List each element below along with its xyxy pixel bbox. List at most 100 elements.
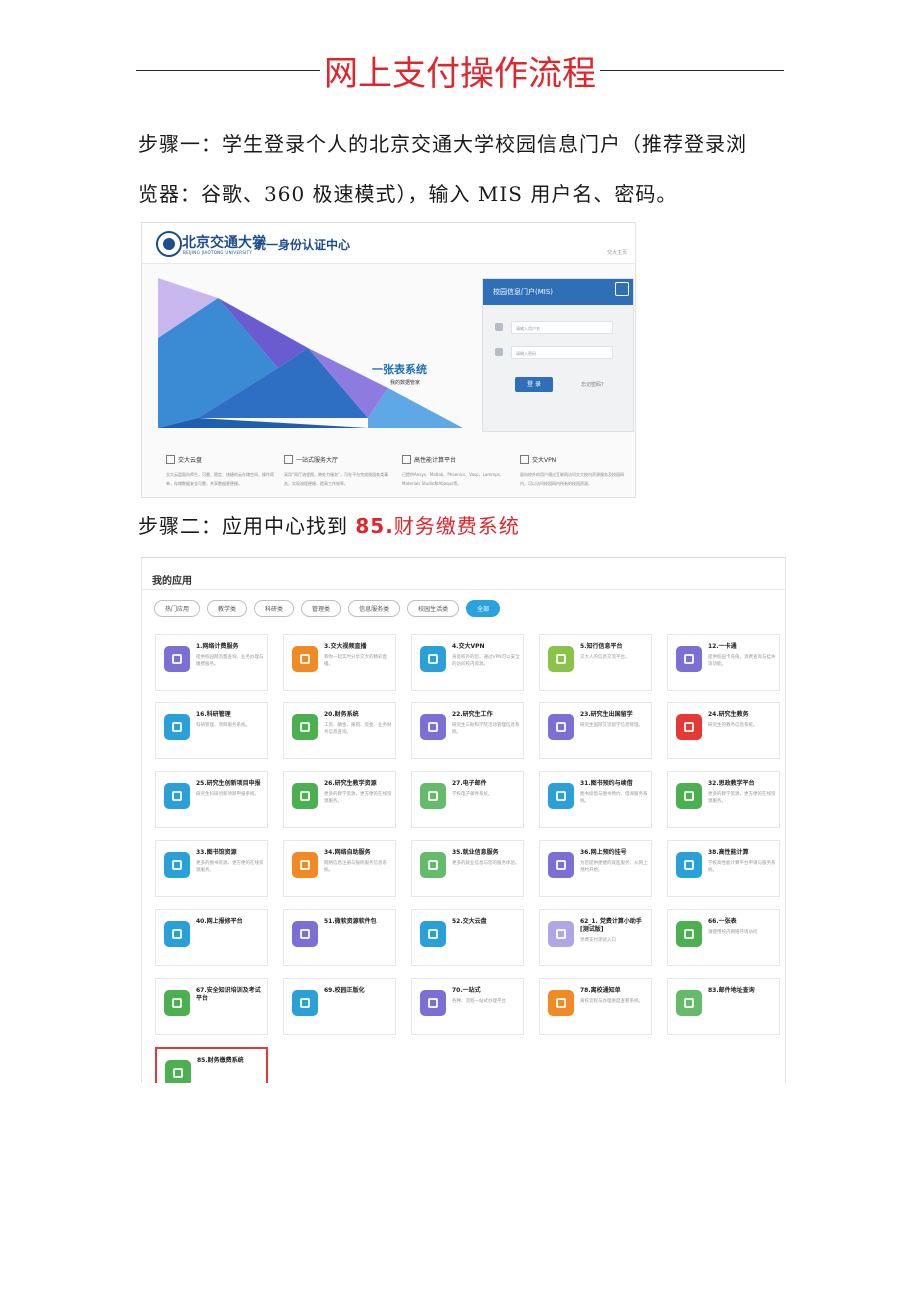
login-button[interactable]: 登 录	[515, 377, 553, 392]
password-input[interactable]: 请输入密码	[511, 346, 613, 359]
app-desc: 各种、流程一站式办理平台	[452, 999, 506, 1004]
app-name: 3.交大视频直播	[324, 643, 367, 650]
password-row: 请输入密码	[495, 346, 613, 359]
app-card[interactable]: 85.财务缴费系统	[155, 1047, 268, 1083]
app-icon	[676, 783, 702, 809]
app-desc: 身处校外的您，通过VPN可以安全的访问校内资源。	[452, 655, 520, 667]
app-card[interactable]: 34.网络自助服务 网络信息注册与报修服务信息系统。	[283, 840, 396, 897]
app-icon	[676, 852, 702, 878]
username-input[interactable]: 请输入用户名	[511, 321, 613, 334]
app-desc: 学校高性能计算平台申请与服务系统。	[708, 861, 776, 873]
app-name: 20.财务系统	[324, 711, 359, 718]
app-desc: 党费支付测试入口	[580, 938, 616, 943]
app-card[interactable]: 32.思政教学平台 更多的教学资源，更方便的在线资源服务。	[667, 771, 780, 828]
app-card[interactable]: 20.财务系统 工资、酬金、报销、资金、业务财务信息查询。	[283, 702, 396, 759]
app-desc: 离校流程与办理进度查看系统。	[580, 999, 643, 1004]
app-name: 40.网上报修平台	[196, 918, 243, 925]
service-one-stop[interactable]: 一站式服务大厅 采用“网厅流程图，跨处力服务”，可在平台完成校园各类事务，实现流…	[284, 455, 394, 488]
forgot-password-link[interactable]: 忘记密码？	[581, 381, 606, 388]
app-name: 38.高性能计算	[708, 849, 749, 856]
app-name: 31.图书预约与续借	[580, 780, 633, 787]
filter-campus-life[interactable]: 校园生活类	[407, 600, 460, 617]
app-card[interactable]: 69.校园正版化	[283, 978, 396, 1035]
app-card[interactable]: 27.电子邮件 学校电子邮件系统。	[411, 771, 524, 828]
app-card[interactable]: 62_1. 党费计算小助手[测试版] 党费支付测试入口	[539, 909, 652, 966]
app-card[interactable]: 78.离校通知单 离校流程与办理进度查看系统。	[539, 978, 652, 1035]
app-desc: 和你一起实时分享交大的精彩直播。	[324, 655, 387, 667]
app-card[interactable]: 4.交大VPN 身处校外的您，通过VPN可以安全的访问校内资源。	[411, 634, 524, 691]
app-icon	[548, 646, 574, 672]
service-name: 交大VPN	[520, 455, 630, 464]
app-card[interactable]: 31.图书预约与续借 图书续借与图书预约、借阅服务系统。	[539, 771, 652, 828]
app-icon	[420, 783, 446, 809]
service-name: 高性能计算平台	[402, 455, 512, 464]
app-icon	[420, 990, 446, 1016]
app-icon	[548, 852, 574, 878]
app-name: 62_1. 党费计算小助手[测试版]	[580, 918, 642, 933]
app-icon	[292, 646, 318, 672]
service-name: 交大云盘	[166, 455, 276, 464]
app-name: 70.一站式	[452, 987, 481, 994]
app-card[interactable]: 22.研究生工作 研究生三助和学院活动管理信息系统。	[411, 702, 524, 759]
service-desc: 采用“网厅流程图，跨处力服务”，可在平台完成校园各类事务，实现流程便捷，提高工作…	[284, 472, 389, 486]
filter-research[interactable]: 科研类	[254, 600, 295, 617]
filter-management[interactable]: 管理类	[301, 600, 342, 617]
filter-info-service[interactable]: 信息服务类	[348, 600, 401, 617]
app-name: 27.电子邮件	[452, 780, 487, 787]
app-desc: 请使用校内网络环境访问	[708, 930, 758, 935]
app-icon	[676, 990, 702, 1016]
service-hpc[interactable]: 高性能计算平台 已提供Ansys、Matlab、Phoenics、Vasp、La…	[402, 455, 512, 488]
app-card[interactable]: 1.网络计费服务 提供校园网流量查询、业务办理与缴费服务。	[155, 634, 268, 691]
app-name: 24.研究生教务	[708, 711, 749, 718]
home-link[interactable]: 交大主页	[607, 249, 627, 256]
service-cloud-disk[interactable]: 交大云盘 交大云盘面向师生，可靠、稳定、快捷的云存储空间，操作简单，存储数据安全…	[166, 455, 276, 488]
app-name: 66.一张表	[708, 918, 737, 925]
filter-teaching[interactable]: 教学类	[207, 600, 248, 617]
qr-code-icon[interactable]	[615, 282, 629, 296]
app-card[interactable]: 25.研究生创新项目申报 研究生科研创新项目申报系统。	[155, 771, 268, 828]
app-name: 67.安全知识培训及考试平台	[196, 987, 261, 1002]
app-card[interactable]: 51.微软资源软件包	[283, 909, 396, 966]
app-card[interactable]: 24.研究生教务 研究生的教务信息系统。	[667, 702, 780, 759]
app-name: 25.研究生创新项目申报	[196, 780, 261, 787]
lock-icon	[495, 348, 503, 356]
step2-number: 85.	[355, 514, 394, 538]
step2-target: 财务缴费系统	[393, 514, 520, 538]
divider	[142, 589, 785, 590]
service-vpn[interactable]: 交大VPN 面向校外的用户通过互联网访问交大校内资源服务及校园网内，可以访问校园…	[520, 455, 630, 488]
app-card[interactable]: 67.安全知识培训及考试平台	[155, 978, 268, 1035]
app-name: 23.研究生出国留学	[580, 711, 633, 718]
app-icon	[164, 990, 190, 1016]
app-icon	[165, 1060, 191, 1083]
app-card[interactable]: 70.一站式各种、流程一站式办理平台	[411, 978, 524, 1035]
app-card[interactable]: 83.邮件地址查询	[667, 978, 780, 1035]
app-icon	[164, 646, 190, 672]
app-name: 22.研究生工作	[452, 711, 493, 718]
app-card[interactable]: 52.交大云盘	[411, 909, 524, 966]
app-name: 51.微软资源软件包	[324, 918, 377, 925]
app-card[interactable]: 3.交大视频直播和你一起实时分享交大的精彩直播。	[283, 634, 396, 691]
app-card[interactable]: 16.科研管理 科研管理、项目服务系统。	[155, 702, 268, 759]
app-card[interactable]: 26.研究生教学资源 更多的教学资源，更方便的在线资源服务。	[283, 771, 396, 828]
app-card[interactable]: 5.知行信息平台 交大人的信息交流平台。	[539, 634, 652, 691]
login-screenshot: 北京交通大学 BEIJING JIAOTONG UNIVERSITY 统一身份认…	[141, 222, 636, 498]
app-icon	[292, 783, 318, 809]
app-card[interactable]: 12.一卡通 提供校园卡充值、消费查询与挂失等功能。	[667, 634, 780, 691]
app-desc: 更多的就业信息与您的服务体验。	[452, 861, 520, 866]
app-desc: 更多的图书资源，更方便的在线资源服务。	[196, 861, 264, 873]
auth-center-title: 统一身份认证中心	[254, 238, 351, 252]
filter-hot[interactable]: 热门应用	[154, 600, 201, 617]
app-desc: 为您提供便捷的就医服务，从网上预约开始。	[580, 861, 648, 873]
app-card[interactable]: 36.网上预约挂号 为您提供便捷的就医服务，从网上预约开始。	[539, 840, 652, 897]
app-card[interactable]: 35.就业信息服务 更多的就业信息与您的服务体验。	[411, 840, 524, 897]
app-icon	[420, 852, 446, 878]
filter-all[interactable]: 全部	[466, 600, 501, 617]
app-card[interactable]: 23.研究生出国留学 研究生国际交流留学信息管理。	[539, 702, 652, 759]
app-card[interactable]: 38.高性能计算学校高性能计算平台申请与服务系统。	[667, 840, 780, 897]
app-icon	[548, 714, 574, 740]
app-card[interactable]: 33.图书馆资源 更多的图书资源，更方便的在线资源服务。	[155, 840, 268, 897]
app-card[interactable]: 40.网上报修平台	[155, 909, 268, 966]
university-logo-sub: BEIJING JIAOTONG UNIVERSITY	[183, 250, 253, 255]
app-icon	[548, 921, 574, 947]
app-card[interactable]: 66.一张表请使用校内网络环境访问	[667, 909, 780, 966]
